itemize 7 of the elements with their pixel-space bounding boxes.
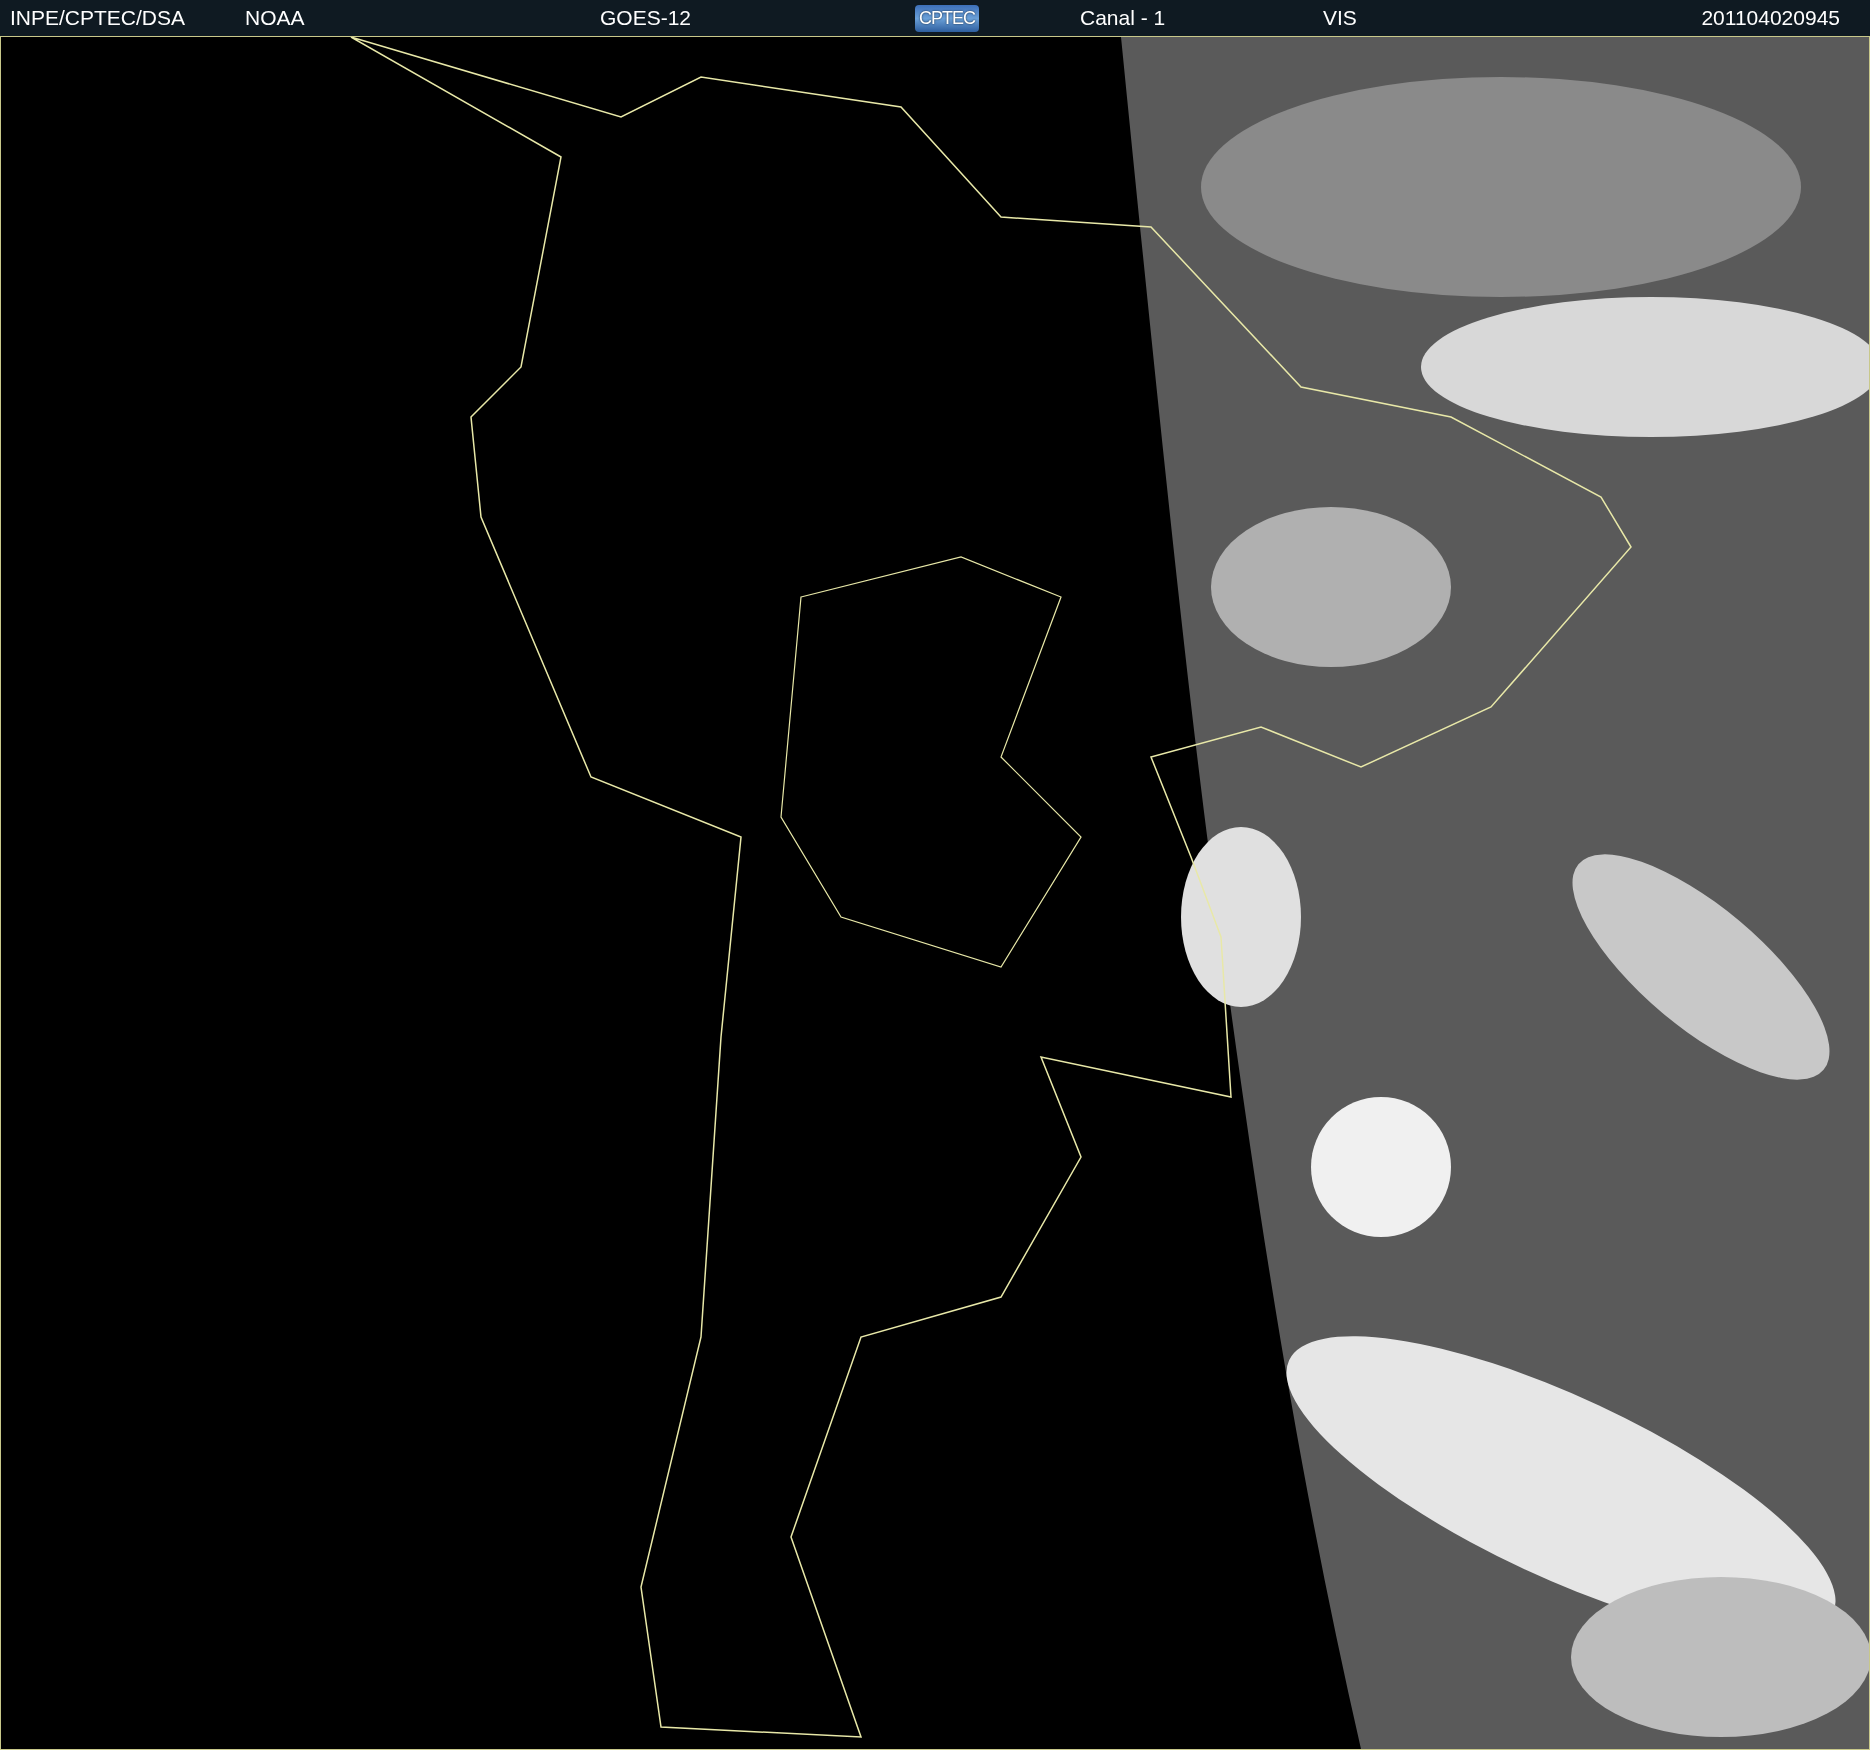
header-label: Canal - 1: [1080, 6, 1166, 30]
header-label: VIS: [1323, 6, 1357, 30]
header-label: 201104020945: [1701, 6, 1840, 30]
logo: CPTEC: [915, 4, 979, 32]
header-label: INPE/CPTEC/DSA: [10, 6, 186, 30]
header-label: GOES-12: [600, 6, 692, 30]
header-label: NOAA: [245, 6, 305, 30]
